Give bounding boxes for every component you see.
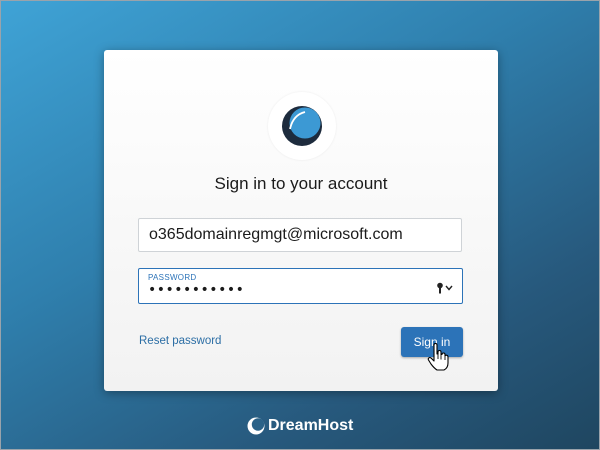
brand-footer: DreamHost <box>247 415 353 437</box>
dreamhost-logo-icon <box>247 417 265 435</box>
brand-name: DreamHost <box>268 417 354 434</box>
email-input[interactable] <box>139 219 459 251</box>
logo-badge <box>268 92 336 160</box>
password-input[interactable]: ••••••••••• <box>148 282 244 298</box>
hand-pointer-icon <box>427 343 449 371</box>
email-field[interactable] <box>138 218 462 252</box>
password-label: PASSWORD <box>148 273 197 282</box>
key-dropdown-icon[interactable] <box>436 282 454 294</box>
password-field[interactable]: PASSWORD ••••••••••• <box>138 268 463 304</box>
login-screen: Sign in to your account PASSWORD •••••••… <box>0 0 600 450</box>
login-card: Sign in to your account PASSWORD •••••••… <box>104 50 498 391</box>
page-title: Sign in to your account <box>214 174 388 193</box>
dreamhost-moon-icon <box>282 106 322 146</box>
reset-password-link[interactable]: Reset password <box>139 335 221 347</box>
